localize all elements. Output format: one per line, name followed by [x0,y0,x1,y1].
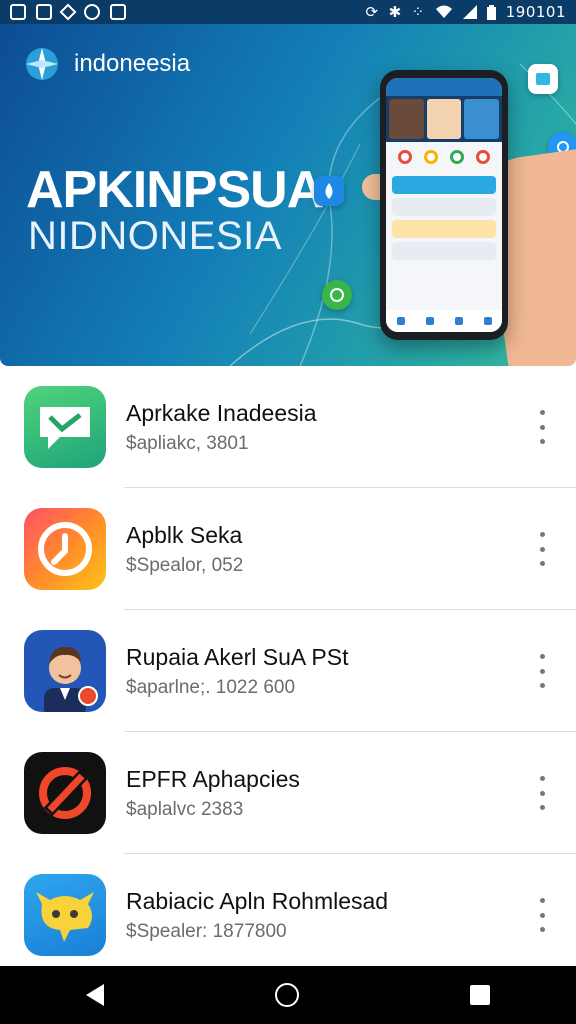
phone-screen-nav [386,310,502,332]
list-item[interactable]: Apblk Seka $Spealor, 052 [0,488,576,610]
phone-screen-row [392,220,496,238]
list-item[interactable]: EPFR Aphapcies $aplalvc 2383 [0,732,576,854]
circle-icon [84,4,100,20]
bluetooth-icon: ✱ [388,3,402,21]
app-title: Aprkake Inadeesia [126,399,317,426]
drop-icon [314,176,344,206]
app-subtitle: $Spealor, 052 [126,554,244,576]
status-left-icons [10,3,126,21]
bug-icon [59,3,77,21]
app-text: Aprkake Inadeesia $apliakc, 3801 [126,400,317,455]
message-circle-icon [322,280,352,310]
phone-screen-media [386,96,502,142]
phone-screen-row [392,176,496,194]
app-subtitle: $aplalvc 2383 [126,798,244,820]
app-text: EPFR Aphapcies $aplalvc 2383 [126,766,300,821]
more-options-button[interactable] [534,776,550,810]
navigation-bar [0,966,576,1024]
cell-signal-icon [462,5,477,19]
globe-logo-icon [26,48,58,80]
list-item[interactable]: Rupaia Akerl SuA PSt $aparlne;. 1022 600 [0,610,576,732]
slash-circle-icon [24,752,106,834]
app-title: Apblk Seka [126,521,243,548]
more-options-button[interactable] [534,898,550,932]
phone-screen-icons [386,142,502,172]
app-list: Aprkake Inadeesia $apliakc, 3801 Apblk S… [0,366,576,966]
battery-icon [486,4,496,20]
app-subtitle: $apliakc, 3801 [126,432,249,454]
app-title: EPFR Aphapcies [126,765,300,792]
banner-subheadline: NIDNONESIA [28,214,282,258]
photo-icon [36,4,52,20]
image-icon [10,4,26,20]
brand: indoneesia [24,46,190,82]
app-subtitle: $Spealer: 1877800 [126,920,287,942]
phone-screen-header [386,78,502,96]
more-options-button[interactable] [534,654,550,688]
more-options-button[interactable] [534,410,550,444]
chat-bubble-icon [24,386,106,468]
timer-badge-icon [24,508,106,590]
back-icon[interactable] [85,984,104,1006]
app-text: Apblk Seka $Spealor, 052 [126,522,243,577]
brand-name: indoneesia [74,50,191,77]
picture-icon [110,4,126,20]
home-icon[interactable] [274,983,299,1007]
status-time: 190101 [505,3,566,21]
phone-screen [386,78,502,332]
list-item[interactable]: Aprkake Inadeesia $apliakc, 3801 [0,366,576,488]
sync-icon: ⟳ [365,3,379,21]
app-title: Rupaia Akerl SuA PSt [126,643,349,670]
phone-screen-row [392,198,496,216]
robot-face-icon [24,874,106,956]
banner-headline: APKINPSUA [26,161,324,219]
app-subtitle: $aparlne;. 1022 600 [126,676,296,698]
list-item[interactable]: Rabiacic Apln Rohmlesad $Spealer: 187780… [0,854,576,976]
more-options-button[interactable] [534,532,550,566]
wifi-icon [435,5,452,18]
app-text: Rabiacic Apln Rohmlesad $Spealer: 187780… [126,888,388,943]
status-right-icons: ⟳ ✱ ⁘ 190101 [366,3,567,21]
recents-icon[interactable] [470,985,491,1005]
app-title: Rabiacic Apln Rohmlesad [126,887,389,914]
signal-dots-icon: ⁘ [411,3,425,21]
avatar-man-icon [24,630,106,712]
phone-mockup [380,70,508,340]
hero-banner[interactable]: indoneesia APKINPSUA NIDNONESIA [0,24,576,366]
status-bar: ⟳ ✱ ⁘ 190101 [0,0,576,24]
phone-screen-row [392,242,496,260]
app-text: Rupaia Akerl SuA PSt $aparlne;. 1022 600 [126,644,348,699]
photo-card-icon [528,64,558,94]
